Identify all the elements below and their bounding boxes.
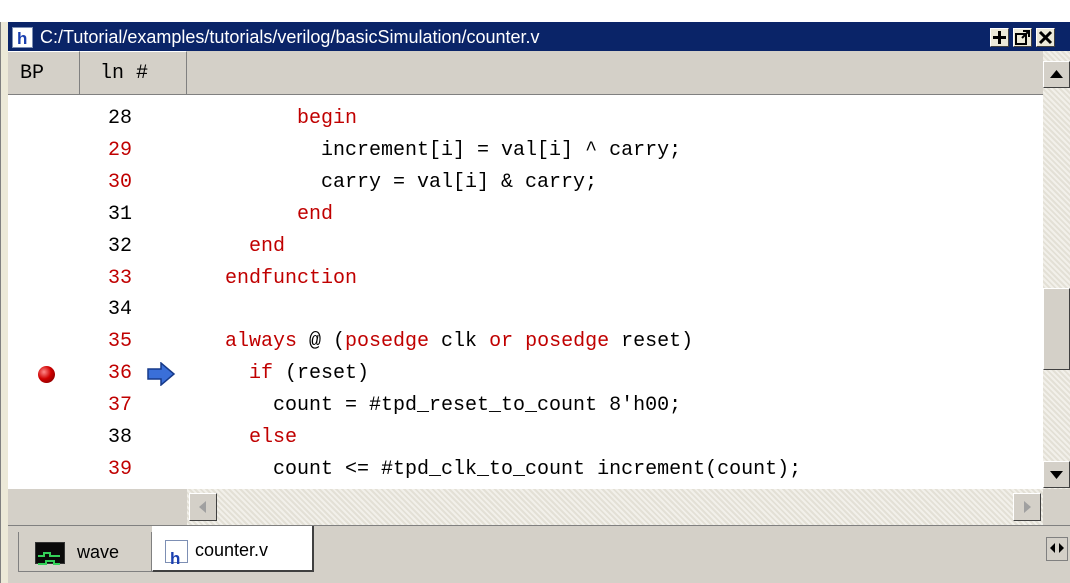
- svg-text:h: h: [17, 29, 27, 47]
- line-number[interactable]: 32: [108, 231, 168, 263]
- svg-text:h: h: [170, 549, 180, 567]
- code-token: count = #tpd_reset_to_count 8'h00;: [201, 394, 682, 418]
- scroll-down-button[interactable]: [1043, 461, 1070, 488]
- wave-icon: [35, 542, 65, 565]
- line-number[interactable]: 30: [108, 167, 168, 199]
- line-number[interactable]: 35: [108, 326, 168, 358]
- code-line[interactable]: 35 always @ (posedge clk or posedge rese…: [8, 326, 1043, 358]
- keyword-token: end: [201, 202, 334, 226]
- code-token: (reset): [273, 362, 370, 386]
- source-text: increment[i] = val[i] ^ carry;: [201, 135, 681, 167]
- source-text: carry = val[i] & carry;: [201, 167, 597, 199]
- code-line[interactable]: 34: [8, 294, 1043, 326]
- tab-wave-label: wave: [77, 542, 120, 562]
- line-number[interactable]: 34: [108, 294, 168, 326]
- keyword-token: always: [201, 330, 298, 354]
- source-text: count = #tpd_reset_to_count 8'h00;: [201, 390, 681, 422]
- line-number[interactable]: 33: [108, 263, 168, 295]
- h-source-icon: h: [165, 540, 188, 568]
- keyword-token: end: [201, 234, 286, 258]
- keyword-token: posedge: [525, 330, 610, 354]
- horizontal-scrollbar[interactable]: [187, 489, 1043, 525]
- code-line[interactable]: 29 increment[i] = val[i] ^ carry;: [8, 135, 1043, 167]
- line-number[interactable]: 28: [108, 103, 168, 135]
- undock-icon[interactable]: [1013, 28, 1032, 47]
- tab-counter-v[interactable]: h counter.v: [152, 526, 314, 572]
- source-text: end: [201, 199, 333, 231]
- keyword-token: endfunction: [201, 266, 358, 290]
- keyword-token: if: [201, 362, 274, 386]
- code-token: reset): [609, 330, 694, 354]
- line-number[interactable]: 39: [108, 454, 168, 486]
- code-token: @ (: [297, 330, 346, 354]
- code-line[interactable]: 38 else: [8, 422, 1043, 454]
- line-number[interactable]: 29: [108, 135, 168, 167]
- h-source-icon: h: [12, 27, 33, 48]
- current-line-arrow-icon: [147, 362, 176, 387]
- code-token: clk: [429, 330, 490, 354]
- window-frame-left: [0, 22, 8, 583]
- window-title: C:/Tutorial/examples/tutorials/verilog/b…: [40, 27, 540, 47]
- code-token: increment[i] = val[i] ^ carry;: [201, 138, 682, 162]
- source-text: else: [201, 422, 297, 454]
- tab-wave[interactable]: wave: [18, 532, 152, 572]
- scroll-up-button[interactable]: [1043, 61, 1070, 88]
- code-token: carry = val[i] & carry;: [201, 170, 598, 194]
- code-line[interactable]: 39 count <= #tpd_clk_to_count increment(…: [8, 454, 1043, 486]
- line-number-column-header[interactable]: ln #: [80, 51, 187, 95]
- source-text: count <= #tpd_clk_to_count increment(cou…: [201, 454, 801, 486]
- source-text: if (reset): [201, 358, 369, 390]
- breakpoint-icon[interactable]: [38, 366, 55, 384]
- source-text: begin: [201, 103, 357, 135]
- keyword-token: begin: [201, 107, 358, 130]
- code-line[interactable]: 30 carry = val[i] & carry;: [8, 167, 1043, 199]
- source-text: end: [201, 231, 285, 263]
- code-line[interactable]: 33 endfunction: [8, 263, 1043, 295]
- source-text: always @ (posedge clk or posedge reset): [201, 326, 693, 358]
- line-number[interactable]: 31: [108, 199, 168, 231]
- vertical-scrollbar[interactable]: [1043, 51, 1070, 489]
- code-line[interactable]: 37 count = #tpd_reset_to_count 8'h00;: [8, 390, 1043, 422]
- breakpoint-column-header[interactable]: BP: [8, 51, 80, 95]
- code-token: count <= #tpd_clk_to_count increment(cou…: [201, 457, 802, 481]
- close-icon[interactable]: [1036, 28, 1055, 47]
- keyword-token: posedge: [345, 330, 430, 354]
- keyword-token: or: [489, 330, 514, 354]
- tab-counter-label: counter.v: [195, 540, 269, 560]
- code-line[interactable]: 36 if (reset): [8, 358, 1043, 390]
- vertical-scroll-thumb[interactable]: [1043, 288, 1070, 370]
- line-number[interactable]: 37: [108, 390, 168, 422]
- source-text: endfunction: [201, 263, 357, 295]
- scroll-right-button[interactable]: [1013, 493, 1041, 521]
- line-number[interactable]: 38: [108, 422, 168, 454]
- keyword-token: else: [201, 426, 298, 449]
- code-line[interactable]: 28 begin: [8, 103, 1043, 135]
- horizontal-scrollbar-gutter: [8, 489, 187, 525]
- tab-scroll-arrows[interactable]: [1046, 537, 1068, 561]
- code-line[interactable]: 31 end: [8, 199, 1043, 231]
- scrollbar-corner: [1043, 489, 1070, 525]
- code-line[interactable]: 32 end: [8, 231, 1043, 263]
- scroll-left-button[interactable]: [189, 493, 217, 521]
- maximize-icon[interactable]: [990, 28, 1009, 47]
